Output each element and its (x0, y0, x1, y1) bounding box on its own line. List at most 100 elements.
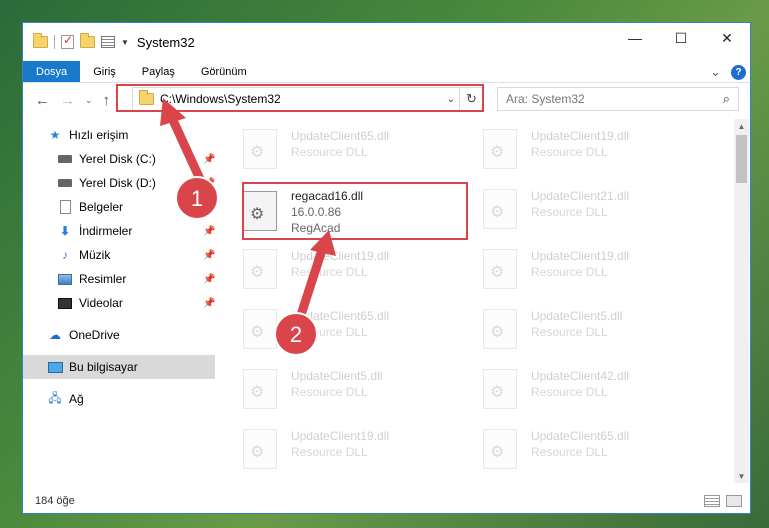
up-arrow-icon[interactable]: ↑ (103, 92, 111, 109)
tab-view[interactable]: Görünüm (188, 61, 260, 82)
pin-icon[interactable]: 📌 (203, 178, 215, 189)
pin-icon[interactable]: 📌 (203, 298, 215, 309)
dll-file-icon (243, 129, 277, 169)
file-item[interactable]: UpdateClient5.dll Resource DLL (231, 363, 451, 413)
nav-label: Ağ (69, 392, 84, 406)
nav-item-local-disk-c[interactable]: Yerel Disk (C:) 📌 (23, 147, 219, 171)
nav-this-pc[interactable]: Bu bilgisayar (23, 355, 215, 379)
tab-share[interactable]: Paylaş (129, 61, 188, 82)
dll-file-icon (243, 429, 277, 469)
properties-icon[interactable] (61, 33, 74, 49)
forward-arrow-icon[interactable]: → (60, 92, 75, 109)
file-description: Resource DLL (531, 205, 608, 219)
file-item[interactable]: UpdateClient5.dll Resource DLL (471, 303, 691, 353)
file-item[interactable]: UpdateClient19.dll Resource DLL (471, 123, 691, 173)
nav-item-local-disk-d[interactable]: Yerel Disk (D:) 📌 (23, 171, 219, 195)
title-bar: ▼ System32 — ☐ ✕ (23, 23, 750, 61)
nav-network[interactable]: 🖧 Ağ (23, 387, 219, 411)
nav-onedrive[interactable]: ☁ OneDrive (23, 323, 219, 347)
file-item[interactable]: UpdateClient65.dll Resource DLL (231, 123, 451, 173)
pin-icon[interactable]: 📌 (203, 154, 215, 165)
file-item[interactable]: UpdateClient19.dll Resource DLL (231, 423, 451, 473)
help-icon[interactable]: ? (731, 64, 746, 80)
recent-locations-icon[interactable]: ⌄ (85, 95, 93, 106)
dll-file-icon (243, 369, 277, 409)
nav-item-pictures[interactable]: Resimler 📌 (23, 267, 219, 291)
file-item[interactable]: UpdateClient21.dll Resource DLL (471, 183, 691, 233)
scroll-thumb[interactable] (736, 135, 747, 183)
ribbon-tabs: Dosya Giriş Paylaş Görünüm ⌄ ? (23, 61, 750, 83)
file-name: UpdateClient5.dll (531, 309, 623, 323)
close-button[interactable]: ✕ (704, 23, 750, 53)
drive-icon (57, 176, 73, 190)
view-icon[interactable] (101, 36, 115, 48)
new-folder-icon[interactable] (80, 33, 95, 48)
status-bar: 184 öğe (23, 489, 750, 513)
dll-file-icon (483, 189, 517, 229)
item-count: 184 öğe (35, 495, 75, 507)
file-description: Resource DLL (291, 445, 368, 459)
file-item[interactable]: UpdateClient19.dll Resource DLL (471, 243, 691, 293)
search-box[interactable]: Ara: System32 ⌕ (497, 87, 739, 111)
tab-home[interactable]: Giriş (80, 61, 129, 82)
maximize-button[interactable]: ☐ (658, 23, 704, 53)
file-description: Resource DLL (291, 145, 368, 159)
dll-file-icon (243, 309, 277, 349)
back-arrow-icon[interactable]: ← (35, 92, 50, 109)
nav-label: Resimler (79, 272, 127, 286)
pictures-icon (57, 272, 73, 286)
nav-item-videos[interactable]: Videolar 📌 (23, 291, 219, 315)
nav-item-documents[interactable]: Belgeler 📌 (23, 195, 219, 219)
navigation-pane: ★ Hızlı erişim Yerel Disk (C:) 📌 Yerel D… (23, 119, 219, 483)
file-item[interactable]: UpdateClient65.dll Resource DLL (471, 423, 691, 473)
file-name: UpdateClient19.dll (531, 129, 630, 143)
cloud-icon: ☁ (49, 328, 61, 342)
customize-dropdown-icon[interactable]: ▼ (121, 38, 129, 47)
search-icon[interactable]: ⌕ (723, 91, 730, 107)
file-name: UpdateClient21.dll (531, 189, 630, 203)
dll-file-icon (483, 129, 517, 169)
minimize-button[interactable]: — (612, 23, 658, 53)
nav-label: Yerel Disk (D:) (79, 176, 156, 190)
pin-icon[interactable]: 📌 (203, 274, 215, 285)
dll-file-icon (483, 369, 517, 409)
network-icon: 🖧 (48, 390, 62, 405)
nav-label: Belgeler (79, 200, 124, 214)
drive-icon (57, 152, 73, 166)
dll-file-icon (483, 249, 517, 289)
nav-item-music[interactable]: ♪ Müzik 📌 (23, 243, 219, 267)
search-input[interactable]: Ara: System32 (506, 92, 585, 106)
file-name: UpdateClient19.dll (531, 249, 630, 263)
computer-icon (47, 360, 63, 374)
separator (54, 35, 55, 49)
pin-icon[interactable]: 📌 (203, 226, 215, 237)
nav-quick-access[interactable]: ★ Hızlı erişim (23, 123, 219, 147)
tab-file[interactable]: Dosya (23, 61, 81, 82)
ribbon-expand-icon[interactable]: ⌄ (710, 64, 721, 80)
nav-item-downloads[interactable]: ⬇ İndirmeler 📌 (23, 219, 219, 243)
details-view-icon[interactable] (704, 495, 720, 507)
file-name: UpdateClient42.dll (531, 369, 630, 383)
pin-icon[interactable]: 📌 (203, 202, 215, 213)
scroll-up-icon[interactable]: ▲ (734, 119, 749, 133)
file-item[interactable]: UpdateClient19.dll Resource DLL (231, 243, 451, 293)
file-item[interactable]: UpdateClient65.dll Resource DLL (231, 303, 451, 353)
file-description: Resource DLL (291, 265, 368, 279)
vertical-scrollbar[interactable]: ▲ ▼ (734, 119, 749, 483)
scroll-down-icon[interactable]: ▼ (734, 469, 749, 483)
dll-file-icon (243, 249, 277, 289)
pin-icon[interactable]: 📌 (203, 250, 215, 261)
file-name: UpdateClient65.dll (291, 129, 390, 143)
file-name: UpdateClient19.dll (291, 429, 390, 443)
file-name: UpdateClient5.dll (291, 369, 383, 383)
file-item[interactable]: UpdateClient42.dll Resource DLL (471, 363, 691, 413)
window-title: System32 (136, 34, 195, 50)
window-controls: — ☐ ✕ (612, 23, 750, 53)
nav-label: Müzik (79, 248, 111, 262)
file-description: Resource DLL (531, 385, 608, 399)
view-toggle (704, 495, 742, 507)
file-description: Resource DLL (531, 145, 608, 159)
file-description: Resource DLL (291, 325, 368, 339)
large-icons-view-icon[interactable] (726, 495, 742, 507)
folder-icon (33, 33, 48, 48)
